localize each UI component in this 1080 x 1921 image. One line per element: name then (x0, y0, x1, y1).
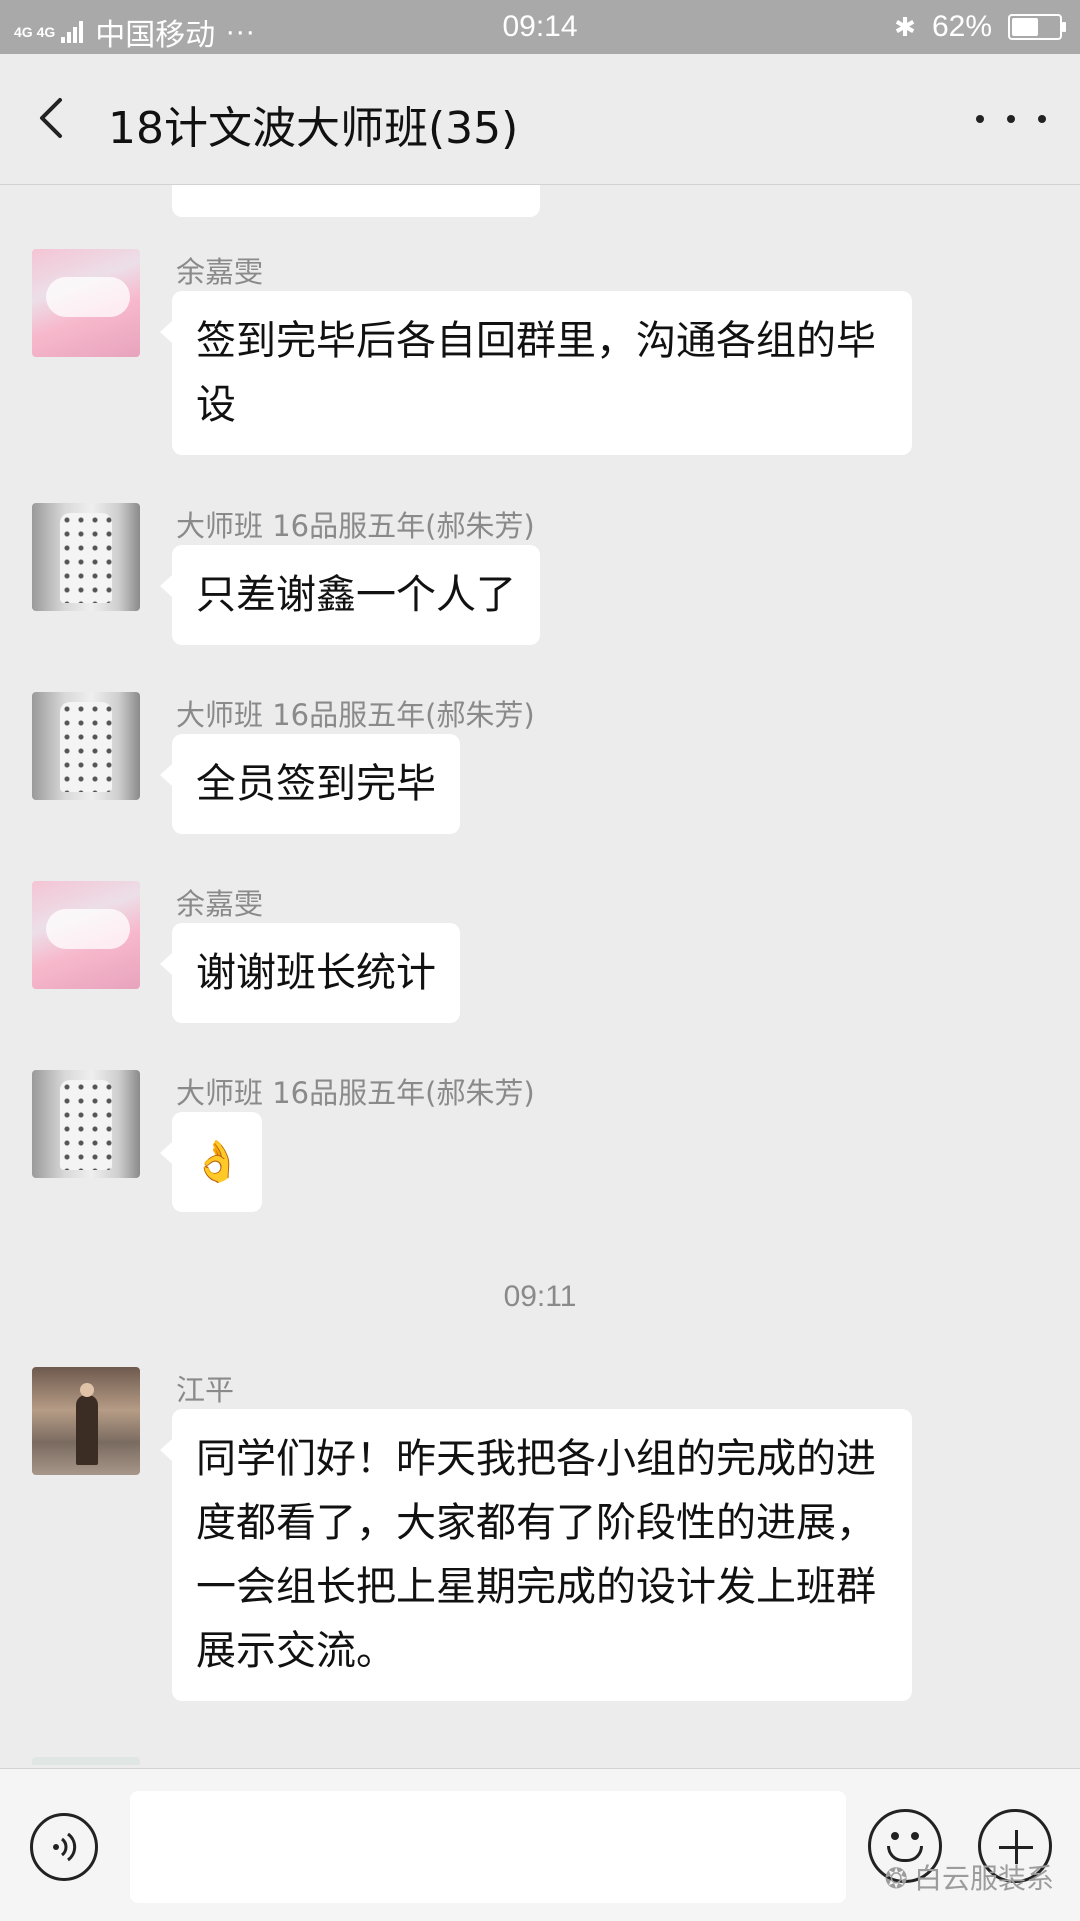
partial-bubble (172, 185, 540, 217)
emoji-icon (891, 1832, 899, 1840)
message-input[interactable] (130, 1791, 846, 1903)
message-bubble[interactable]: 谢谢班长统计 (160, 923, 460, 1023)
sender-name: 大师班 16品服五年(郝朱芳) (176, 1076, 535, 1110)
battery-percent: 62% (931, 10, 992, 43)
more-dot (1007, 115, 1015, 123)
chat-header: 18计文波大师班(35) (0, 54, 1080, 185)
avatar[interactable] (32, 1367, 140, 1475)
sender-name: 江平 (176, 1373, 235, 1407)
wechat-icon: ❂ (884, 1862, 908, 1895)
voice-button[interactable] (30, 1813, 98, 1881)
sender-name: 大师班 16品服五年(郝朱芳) (176, 509, 535, 543)
voice-icon (53, 1832, 77, 1862)
more-dots-icon (976, 115, 984, 123)
chat-title: 18计文波大师班(35) (108, 103, 519, 154)
timestamp: 09:11 (503, 1280, 577, 1313)
avatar[interactable] (32, 881, 140, 989)
message-bubble[interactable]: 全员签到完毕 (160, 734, 460, 834)
chevron-left-icon (40, 98, 62, 138)
message-list[interactable]: 余嘉雯 签到完毕后各自回群里，沟通各组的毕设 大师班 16品服五年(郝朱芳) 只… (0, 185, 1080, 1765)
battery-icon (1008, 14, 1066, 40)
more-dot (1038, 115, 1046, 123)
emoji-eye (911, 1832, 919, 1840)
message-bubble[interactable]: 同学们好！昨天我把各小组的完成的进度都看了，大家都有了阶段性的进展，一会组长把上… (160, 1409, 912, 1701)
avatar[interactable] (32, 249, 140, 357)
watermark: ❂ 白云服装系 (885, 1857, 1054, 1897)
partial-avatar (32, 1757, 140, 1765)
sender-name: 大师班 16品服五年(郝朱芳) (176, 698, 535, 732)
sender-name: 余嘉雯 (176, 255, 264, 289)
status-right: ✱ 62% (894, 10, 1066, 44)
sender-name: 余嘉雯 (176, 887, 264, 921)
message-bubble[interactable]: 签到完毕后各自回群里，沟通各组的毕设 (160, 291, 912, 455)
input-bar: ❂ 白云服装系 (0, 1768, 1080, 1921)
avatar[interactable] (32, 503, 140, 611)
back-button[interactable] (30, 88, 90, 148)
status-bar: 4G 4G 中国移动 ··· 09:14 ✱ 62% (0, 0, 1080, 54)
avatar[interactable] (32, 1070, 140, 1178)
bluetooth-icon: ✱ (894, 11, 916, 42)
watermark-text: 白云服装系 (913, 1862, 1054, 1895)
battery-fill (1012, 18, 1039, 36)
more-button[interactable] (976, 94, 1046, 144)
ok-emoji-bubble[interactable]: 👌 (160, 1112, 262, 1212)
message-bubble[interactable]: 只差谢鑫一个人了 (160, 545, 540, 645)
avatar[interactable] (32, 692, 140, 800)
